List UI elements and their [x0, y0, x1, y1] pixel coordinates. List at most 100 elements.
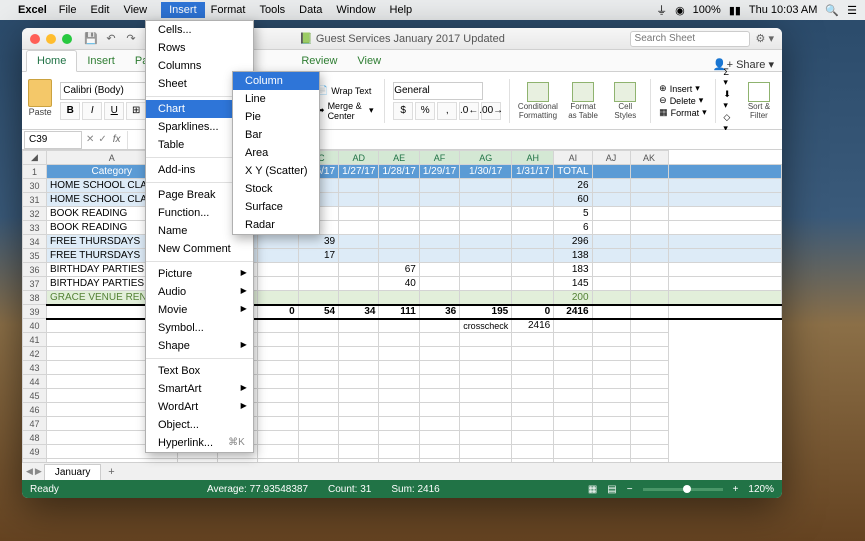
menu-item-smartart[interactable]: SmartArt: [146, 380, 253, 398]
menu-item-object[interactable]: Object...: [146, 416, 253, 434]
add-sheet-button[interactable]: +: [103, 465, 119, 479]
menu-view[interactable]: View: [123, 4, 147, 16]
paste-button[interactable]: Paste: [28, 79, 52, 123]
col-header[interactable]: AK: [630, 151, 668, 165]
menu-item-hyperlink[interactable]: Hyperlink...⌘K: [146, 434, 253, 452]
table-row[interactable]: 40crosscheck2416: [23, 319, 782, 333]
table-row[interactable]: 41: [23, 333, 782, 347]
increase-decimal-button[interactable]: .0←: [459, 102, 479, 120]
notifications-icon[interactable]: ☰: [847, 4, 857, 17]
menu-tools[interactable]: Tools: [259, 4, 285, 16]
col-header[interactable]: AI: [554, 151, 592, 165]
menu-format[interactable]: Format: [211, 4, 246, 16]
menu-item-newcomment[interactable]: New Comment: [146, 240, 253, 258]
menu-edit[interactable]: Edit: [90, 4, 109, 16]
menu-item-picture[interactable]: Picture: [146, 265, 253, 283]
menu-window[interactable]: Window: [336, 4, 375, 16]
col-header[interactable]: AG: [460, 151, 512, 165]
save-icon[interactable]: 💾: [84, 32, 98, 46]
tab-review[interactable]: Review: [291, 51, 347, 71]
format-cells-button[interactable]: ▦ Format ▾: [659, 107, 707, 118]
cancel-icon[interactable]: ✕: [86, 134, 94, 145]
totals-row[interactable]: 39TOTA15160054341113619502416: [23, 305, 782, 319]
select-all-corner[interactable]: ◢: [23, 151, 47, 165]
chart-type-area[interactable]: Area: [233, 144, 319, 162]
col-header[interactable]: AE: [379, 151, 419, 165]
decrease-decimal-button[interactable]: .00→: [481, 102, 501, 120]
undo-icon[interactable]: ↶: [104, 32, 118, 46]
chart-type-stock[interactable]: Stock: [233, 180, 319, 198]
table-row[interactable]: 42: [23, 347, 782, 361]
col-header[interactable]: AJ: [592, 151, 630, 165]
next-sheet-icon[interactable]: ▶: [35, 466, 42, 477]
chart-type-surface[interactable]: Surface: [233, 198, 319, 216]
cell-styles-button[interactable]: Cell Styles: [608, 82, 642, 120]
spreadsheet-grid[interactable]: ◢ A Z AA AB AC AD AE AF AG AH AI AJ AK 1…: [22, 150, 782, 462]
sheet-tab-january[interactable]: January: [44, 464, 102, 480]
table-row[interactable]: 37BIRTHDAY PARTIES3140145: [23, 277, 782, 291]
currency-button[interactable]: $: [393, 102, 413, 120]
menu-item-shape[interactable]: Shape: [146, 337, 253, 355]
menu-item-movie[interactable]: Movie: [146, 301, 253, 319]
chart-type-column[interactable]: Column: [233, 72, 319, 90]
tab-insert[interactable]: Insert: [77, 51, 125, 71]
number-format-select[interactable]: [393, 82, 483, 100]
name-box[interactable]: [24, 131, 82, 149]
table-row[interactable]: 44: [23, 375, 782, 389]
wifi-icon2[interactable]: ◉: [675, 4, 685, 17]
table-row[interactable]: 48: [23, 431, 782, 445]
menu-item-cells[interactable]: Cells...: [146, 21, 253, 39]
tab-view[interactable]: View: [347, 51, 391, 71]
zoom-out-button[interactable]: −: [627, 484, 633, 495]
menu-item-wordart[interactable]: WordArt: [146, 398, 253, 416]
confirm-icon[interactable]: ✓: [98, 134, 106, 145]
settings-gear-icon[interactable]: ⚙ ▾: [756, 32, 774, 45]
italic-button[interactable]: I: [82, 102, 102, 120]
merge-center-button[interactable]: ⬌ Merge & Center ▾: [314, 102, 376, 120]
bold-button[interactable]: B: [60, 102, 80, 120]
chart-type-radar[interactable]: Radar: [233, 216, 319, 234]
col-header[interactable]: AH: [512, 151, 554, 165]
fx-icon[interactable]: fx: [113, 134, 121, 145]
view-normal-icon[interactable]: ▦: [588, 484, 597, 495]
chart-type-scatter[interactable]: X Y (Scatter): [233, 162, 319, 180]
chart-type-line[interactable]: Line: [233, 90, 319, 108]
table-row[interactable]: 33BOOK READING6: [23, 221, 782, 235]
zoom-in-button[interactable]: +: [733, 484, 739, 495]
share-button[interactable]: 👤+ Share ▾: [713, 58, 774, 71]
table-row[interactable]: 45: [23, 389, 782, 403]
table-row[interactable]: 43: [23, 361, 782, 375]
table-row[interactable]: 49: [23, 445, 782, 459]
sort-filter-button[interactable]: Sort & Filter: [742, 82, 776, 120]
table-row[interactable]: 36BIRTHDAY PARTIES2767183: [23, 263, 782, 277]
menu-data[interactable]: Data: [299, 4, 322, 16]
table-row[interactable]: 46: [23, 403, 782, 417]
menu-item-textbox[interactable]: Text Box: [146, 362, 253, 380]
autosum-button[interactable]: Σ ▾: [723, 67, 733, 88]
col-header[interactable]: AF: [419, 151, 459, 165]
delete-cells-button[interactable]: ⊖ Delete ▾: [659, 95, 707, 106]
menu-item-audio[interactable]: Audio: [146, 283, 253, 301]
fill-button[interactable]: ⬇ ▾: [723, 89, 733, 111]
first-sheet-icon[interactable]: ◀: [26, 466, 33, 477]
wifi-icon[interactable]: ⏚: [656, 2, 667, 18]
spotlight-icon[interactable]: 🔍: [825, 4, 839, 17]
underline-button[interactable]: U: [104, 102, 124, 120]
table-row[interactable]: 30HOME SCHOOL CLASSES26: [23, 179, 782, 193]
app-name[interactable]: Excel: [18, 4, 47, 16]
table-row[interactable]: 35FREE THURSDAYS17138: [23, 249, 782, 263]
insert-cells-button[interactable]: ⊕ Insert ▾: [659, 83, 707, 94]
maximize-button[interactable]: [62, 34, 72, 44]
table-row[interactable]: 38GRACE VENUE RENTALS200: [23, 291, 782, 305]
chart-type-bar[interactable]: Bar: [233, 126, 319, 144]
menu-insert[interactable]: Insert: [161, 2, 205, 18]
redo-icon[interactable]: ↷: [124, 32, 138, 46]
comma-button[interactable]: ,: [437, 102, 457, 120]
format-as-table-button[interactable]: Format as Table: [566, 82, 600, 120]
menu-item-rows[interactable]: Rows: [146, 39, 253, 57]
table-row[interactable]: 47: [23, 417, 782, 431]
tab-home[interactable]: Home: [26, 50, 77, 72]
menu-item-symbol[interactable]: Symbol...: [146, 319, 253, 337]
table-row[interactable]: 50: [23, 459, 782, 463]
conditional-formatting-button[interactable]: Conditional Formatting: [518, 82, 558, 120]
